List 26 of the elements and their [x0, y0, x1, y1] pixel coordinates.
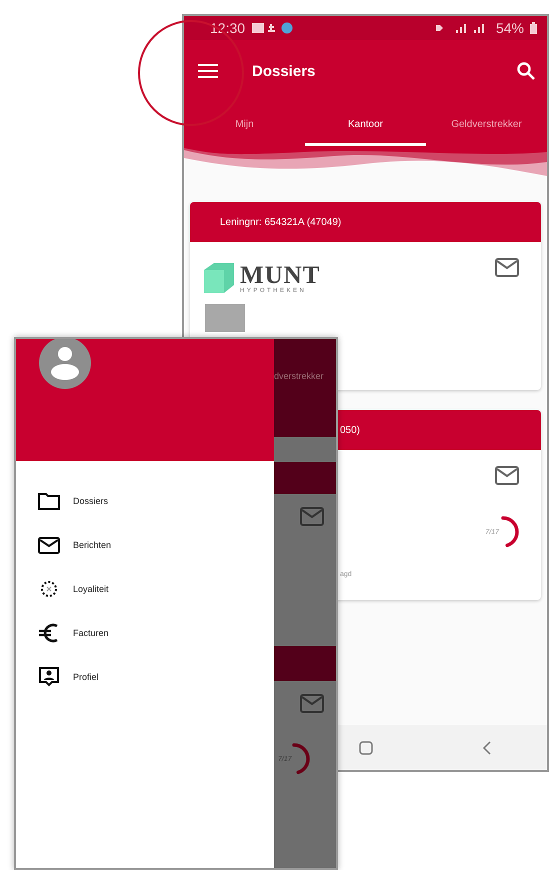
tab-fragment: dverstrekker	[274, 370, 325, 381]
progress-ring	[292, 743, 310, 775]
menu-icon[interactable]	[198, 64, 218, 78]
drawer-item[interactable]: Profiel	[37, 655, 274, 699]
back-icon[interactable]	[482, 740, 492, 754]
dimmed-card-header	[274, 462, 336, 494]
app-title: Dossiers	[252, 62, 316, 80]
profile-icon	[39, 667, 59, 687]
progress-ring	[501, 516, 519, 548]
card-header: Leningnr: 654321A (47049)	[190, 202, 541, 242]
euro-icon	[38, 623, 60, 643]
logo-name: MUNT	[240, 262, 320, 288]
battery-icon	[530, 22, 537, 34]
drawer-item[interactable]: Facturen	[37, 611, 274, 655]
mail-icon[interactable]	[495, 466, 519, 485]
badge-icon	[40, 580, 58, 598]
search-icon[interactable]	[517, 62, 535, 80]
mail-icon[interactable]	[300, 507, 324, 526]
image-placeholder	[205, 304, 245, 332]
home-icon[interactable]	[358, 740, 373, 754]
mail-icon[interactable]	[495, 258, 519, 277]
mail-icon[interactable]	[300, 694, 324, 713]
battery-level: 54%	[496, 20, 524, 36]
mail-icon	[38, 536, 60, 554]
folder-icon	[38, 492, 60, 510]
dimmed-card-header	[274, 646, 336, 681]
